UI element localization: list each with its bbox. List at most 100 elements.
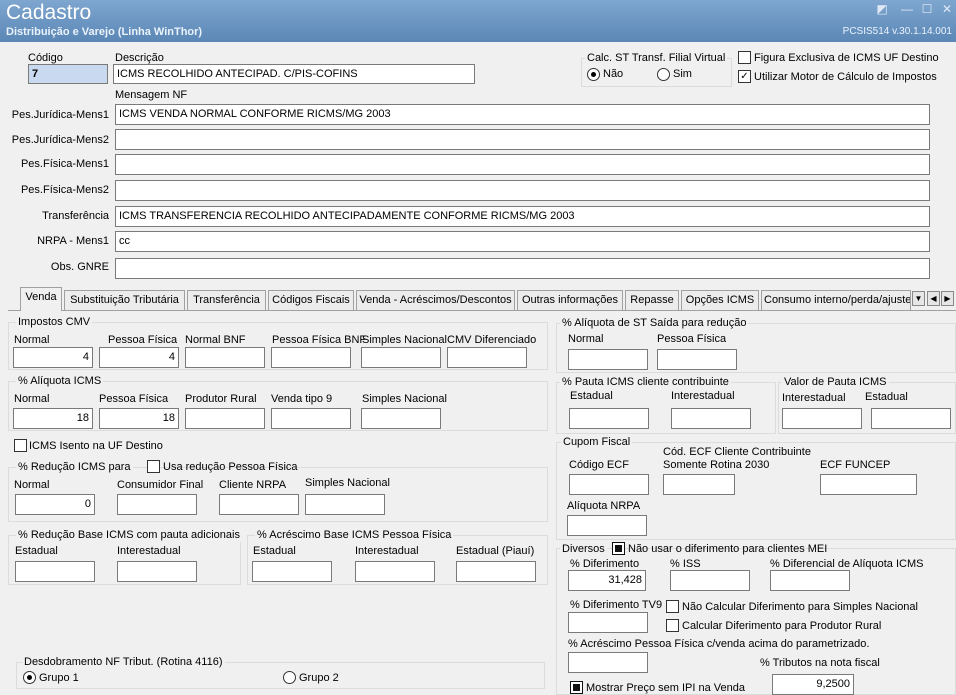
valor-pauta-estadual-input[interactable] — [871, 408, 951, 429]
pauta-interestadual-input[interactable] — [671, 408, 751, 429]
utilizar-motor-label: Utilizar Motor de Cálculo de Impostos — [754, 71, 937, 83]
transferencia-input[interactable]: ICMS TRANSFERENCIA RECOLHIDO ANTECIPADAM… — [115, 206, 930, 227]
ecf-funcep-input[interactable] — [820, 474, 917, 495]
nao-usar-diferimento-checkbox[interactable] — [612, 542, 625, 555]
aliq-simples-nacional-input[interactable] — [361, 408, 441, 429]
obs-gnre-label: Obs. GNRE — [50, 261, 109, 273]
tab-baseline — [8, 310, 956, 311]
diferencial-aliquota-input[interactable] — [770, 570, 850, 591]
calc-st-sim-radio[interactable] — [657, 68, 670, 81]
st-normal-input[interactable] — [568, 349, 648, 370]
diferimento-input[interactable]: 31,428 — [568, 570, 646, 591]
nrpa-mens1-label: NRPA - Mens1 — [37, 235, 109, 247]
tabs-scroll-left-icon[interactable]: ◀ — [927, 291, 940, 306]
calc-st-nao-label: Não — [603, 68, 624, 80]
tab-venda[interactable]: Venda — [20, 287, 62, 311]
tab-substituicao-tributaria[interactable]: Substituição Tributária — [64, 290, 185, 310]
calc-st-nao-radio[interactable] — [587, 68, 600, 81]
calcular-produtor-rural-checkbox[interactable] — [666, 619, 679, 632]
aliq-produtor-rural-label: Produtor Rural — [185, 393, 257, 405]
pf-mens2-input[interactable] — [115, 180, 930, 201]
figura-exclusiva-checkbox[interactable] — [738, 51, 751, 64]
descricao-input[interactable]: ICMS RECOLHIDO ANTECIPAD. C/PIS-COFINS — [113, 64, 475, 84]
utilizar-motor-checkbox[interactable]: ✓ — [738, 70, 751, 83]
nao-usar-diferimento-label: Não usar o diferimento para clientes MEI — [628, 543, 828, 555]
cmv-diferenciado-input[interactable] — [447, 347, 527, 368]
diferimento-tv9-input[interactable] — [568, 612, 648, 633]
diferimento-tv9-label: % Diferimento TV9 — [570, 599, 663, 611]
pj-mens1-input[interactable]: ICMS VENDA NORMAL CONFORME RICMS/MG 2003 — [115, 104, 930, 125]
red-consumidor-final-input[interactable] — [117, 494, 197, 515]
tributos-nota-input[interactable]: 9,2500 — [772, 674, 854, 695]
red-cliente-nrpa-label: Cliente NRPA — [219, 479, 287, 491]
transferencia-label: Transferência — [42, 210, 109, 222]
aliquota-st-title: % Alíquota de ST Saída para redução — [560, 317, 749, 330]
nrpa-mens1-input[interactable]: cc — [115, 231, 930, 252]
window-subtitle: Distribuição e Varejo (Linha WinThor) — [6, 26, 203, 38]
calc-st-title: Calc. ST Transf. Filial Virtual — [585, 52, 728, 65]
red-simples-nacional-input[interactable] — [305, 494, 385, 515]
red-consumidor-final-label: Consumidor Final — [117, 479, 204, 491]
iss-input[interactable] — [670, 570, 750, 591]
pauta-icms-title: % Pauta ICMS cliente contribuinte — [560, 376, 731, 389]
desdobramento-title: Desdobramento NF Tribut. (Rotina 4116) — [22, 656, 225, 669]
codigo-input[interactable]: 7 — [28, 64, 108, 84]
cmv-normal-input[interactable]: 4 — [13, 347, 93, 368]
tab-venda-acrescimos-descontos[interactable]: Venda - Acréscimos/Descontos — [356, 290, 515, 310]
cod-ecf-cliente-input[interactable] — [663, 474, 735, 495]
aliq-pessoa-fisica-label: Pessoa Física — [99, 393, 169, 405]
tab-transferencia[interactable]: Transferência — [187, 290, 266, 310]
tributos-nota-label: % Tributos na nota fiscal — [760, 657, 880, 669]
ecf-funcep-label: ECF FUNCEP — [820, 459, 891, 471]
acrescimo-pf-input[interactable] — [568, 652, 648, 673]
valor-pauta-interestadual-input[interactable] — [782, 408, 862, 429]
icms-isento-checkbox[interactable] — [14, 439, 27, 452]
minimize-icon[interactable]: — — [899, 2, 915, 16]
close-icon[interactable]: ✕ — [939, 2, 955, 16]
usa-reducao-pf-label: Usa redução Pessoa Física — [163, 461, 298, 473]
pin-icon[interactable]: ◩ — [874, 2, 890, 16]
st-normal-label: Normal — [568, 333, 604, 345]
mostrar-preco-sem-ipi-checkbox[interactable] — [570, 681, 583, 694]
red-normal-input[interactable]: 0 — [15, 494, 95, 515]
pj-mens2-input[interactable] — [115, 129, 930, 150]
st-pessoa-fisica-input[interactable] — [657, 349, 737, 370]
grupo2-radio[interactable] — [283, 671, 296, 684]
aliquota-nrpa-label: Alíquota NRPA — [567, 500, 641, 512]
cmv-normal-bnf-input[interactable] — [185, 347, 265, 368]
tab-consumo-interno[interactable]: Consumo interno/perda/ajuste — [761, 290, 911, 310]
aliquota-nrpa-input[interactable] — [567, 515, 647, 536]
red-cliente-nrpa-input[interactable] — [219, 494, 299, 515]
acrbase-estadual-piaui-input[interactable] — [456, 561, 536, 582]
cmv-simples-nacional-input[interactable] — [361, 347, 441, 368]
cmv-pessoa-fisica-label: Pessoa Física — [108, 334, 178, 346]
grupo1-radio[interactable] — [23, 671, 36, 684]
tab-opcoes-icms[interactable]: Opções ICMS — [681, 290, 759, 310]
aliq-produtor-rural-input[interactable] — [185, 408, 265, 429]
pf-mens1-input[interactable] — [115, 154, 930, 175]
redbase-interestadual-input[interactable] — [117, 561, 197, 582]
cmv-diferenciado-label: CMV Diferenciado — [447, 334, 537, 346]
usa-reducao-pf-checkbox[interactable] — [147, 460, 160, 473]
tabs-dropdown-icon[interactable]: ▼ — [912, 291, 925, 306]
redbase-estadual-input[interactable] — [15, 561, 95, 582]
st-pessoa-fisica-label: Pessoa Física — [657, 333, 727, 345]
acrbase-estadual-input[interactable] — [252, 561, 332, 582]
pj-mens1-label: Pes.Jurídica-Mens1 — [11, 109, 109, 121]
aliq-pessoa-fisica-input[interactable]: 18 — [99, 408, 179, 429]
tab-repasse[interactable]: Repasse — [625, 290, 679, 310]
tab-outras-informacoes[interactable]: Outras informações — [517, 290, 623, 310]
tab-codigos-fiscais[interactable]: Códigos Fiscais — [268, 290, 354, 310]
cmv-pessoa-fisica-bnf-label: Pessoa Física BNF — [272, 334, 367, 346]
nao-calcular-diferimento-checkbox[interactable] — [666, 600, 679, 613]
aliq-venda-tipo9-input[interactable] — [271, 408, 351, 429]
cmv-pessoa-fisica-input[interactable]: 4 — [99, 347, 179, 368]
aliq-normal-input[interactable]: 18 — [13, 408, 93, 429]
maximize-icon[interactable]: ☐ — [919, 2, 935, 16]
codigo-ecf-input[interactable] — [569, 474, 649, 495]
cmv-pessoa-fisica-bnf-input[interactable] — [271, 347, 351, 368]
pauta-estadual-input[interactable] — [569, 408, 649, 429]
tabs-scroll-right-icon[interactable]: ▶ — [941, 291, 954, 306]
obs-gnre-input[interactable] — [115, 258, 930, 279]
acrbase-interestadual-input[interactable] — [355, 561, 435, 582]
